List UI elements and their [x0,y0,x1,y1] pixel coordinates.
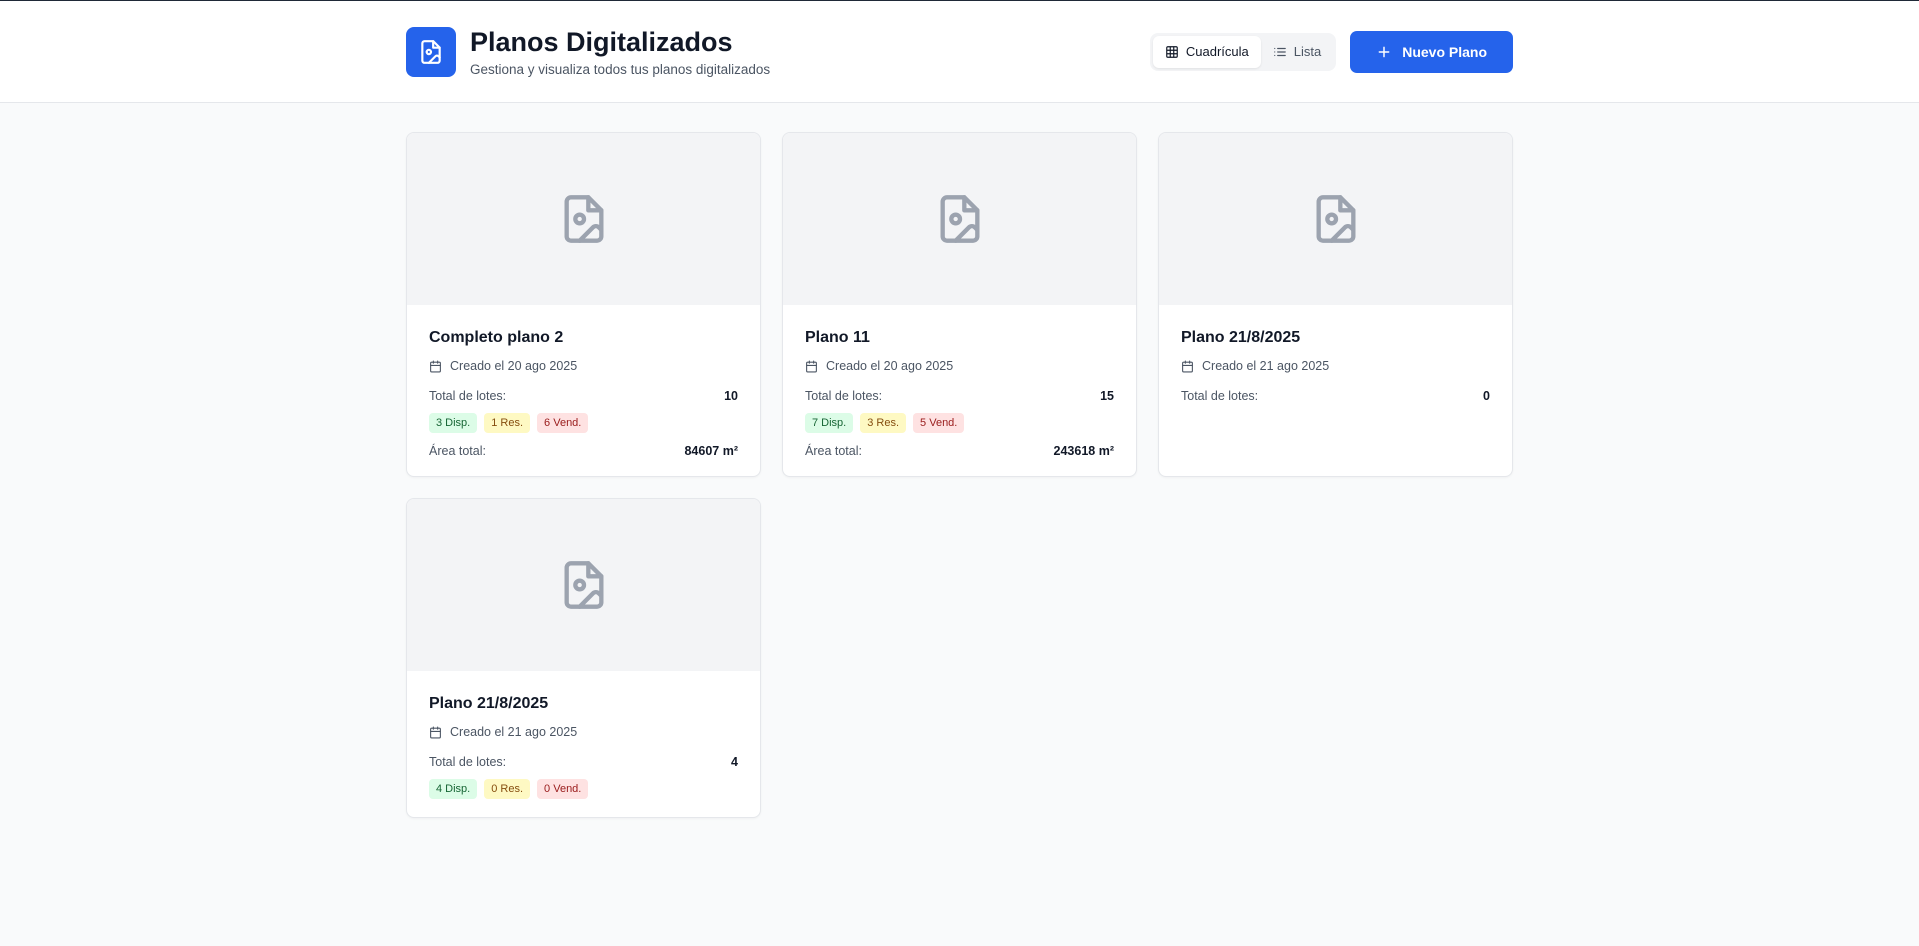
lots-label: Total de lotes: [805,389,883,403]
lots-label: Total de lotes: [1181,389,1259,403]
sold-badge: 6 Vend. [537,413,589,433]
area-value: 243618 m² [1053,444,1114,458]
grid-view-label: Cuadrícula [1185,44,1249,59]
created-text: Creado el 20 ago 2025 [826,359,954,373]
reserved-badge: 0 Res. [484,779,531,799]
created-date: Creado el 20 ago 2025 [805,359,1114,373]
area-label: Área total: [429,444,486,458]
lots-value: 4 [731,755,738,769]
created-text: Creado el 20 ago 2025 [450,359,578,373]
plan-title: Plano 21/8/2025 [429,695,549,712]
list-view-button[interactable]: Lista [1261,36,1333,68]
grid-icon [1166,45,1178,58]
lots-label: Total de lotes: [429,755,507,769]
created-date: Creado el 21 ago 2025 [1181,359,1490,373]
lots-value: 15 [1100,389,1114,403]
available-badge: 3 Disp. [429,413,478,433]
sold-badge: 5 Vend. [913,413,965,433]
file-image-icon [406,26,456,77]
lots-row: Total de lotes: 4 [429,755,738,769]
created-date: Creado el 21 ago 2025 [429,725,738,739]
plan-title: Plano 21/8/2025 [1181,329,1301,346]
list-view-label: Lista [1293,44,1322,59]
area-value: 84607 m² [684,444,738,458]
calendar-icon [430,726,441,738]
status-badges: 3 Disp. 1 Res. 6 Vend. [429,413,738,433]
calendar-icon [1182,360,1193,372]
grid-view-button[interactable]: Cuadrícula [1152,35,1261,68]
plan-thumbnail [407,133,760,305]
created-text: Creado el 21 ago 2025 [1202,359,1330,373]
available-badge: 4 Disp. [429,779,478,799]
reserved-badge: 1 Res. [484,413,531,433]
lots-row: Total de lotes: 10 [429,389,738,403]
plan-title: Plano 11 [805,329,870,346]
created-text: Creado el 21 ago 2025 [450,725,578,739]
plan-thumbnail [1159,133,1512,305]
plan-thumbnail [783,133,1136,305]
list-icon [1273,47,1286,56]
lots-value: 0 [1483,389,1490,403]
plan-thumbnail [407,499,760,671]
plan-card[interactable]: Plano 21/8/2025 Creado el 21 ago 2025 To… [1158,132,1513,477]
plus-icon [1378,46,1390,57]
calendar-icon [806,360,817,372]
reserved-badge: 3 Res. [860,413,907,433]
file-image-icon [1316,195,1355,243]
plan-title: Completo plano 2 [429,329,564,346]
file-image-icon [564,195,603,243]
lots-label: Total de lotes: [429,389,507,403]
status-badges: 7 Disp. 3 Res. 5 Vend. [805,413,1114,433]
available-badge: 7 Disp. [805,413,854,433]
brand: Planos Digitalizados Gestiona y visualiz… [406,26,770,77]
view-toggle: Cuadrícula Lista [1149,32,1337,71]
new-plan-label: Nuevo Plano [1402,43,1487,60]
plan-card[interactable]: Plano 21/8/2025 Creado el 21 ago 2025 To… [406,498,761,818]
plan-card[interactable]: Completo plano 2 Creado el 20 ago 2025 T… [406,132,761,477]
new-plan-button[interactable]: Nuevo Plano [1350,30,1513,73]
file-image-icon [564,561,603,609]
lots-row: Total de lotes: 15 [805,389,1114,403]
lots-row: Total de lotes: 0 [1181,389,1490,403]
plan-card[interactable]: Plano 11 Creado el 20 ago 2025 Total de … [782,132,1137,477]
page-title: Planos Digitalizados [470,27,733,57]
area-row: Área total: 84607 m² [429,444,738,458]
created-date: Creado el 20 ago 2025 [429,359,738,373]
page-header: Planos Digitalizados Gestiona y visualiz… [0,1,1919,103]
lots-value: 10 [724,389,738,403]
area-label: Área total: [805,444,862,458]
sold-badge: 0 Vend. [537,779,589,799]
file-image-icon [940,195,979,243]
calendar-icon [430,360,441,372]
plans-grid: Completo plano 2 Creado el 20 ago 2025 T… [406,132,1514,818]
area-row: Área total: 243618 m² [805,444,1114,458]
status-badges: 4 Disp. 0 Res. 0 Vend. [429,779,738,799]
page-subtitle: Gestiona y visualiza todos tus planos di… [470,62,771,77]
